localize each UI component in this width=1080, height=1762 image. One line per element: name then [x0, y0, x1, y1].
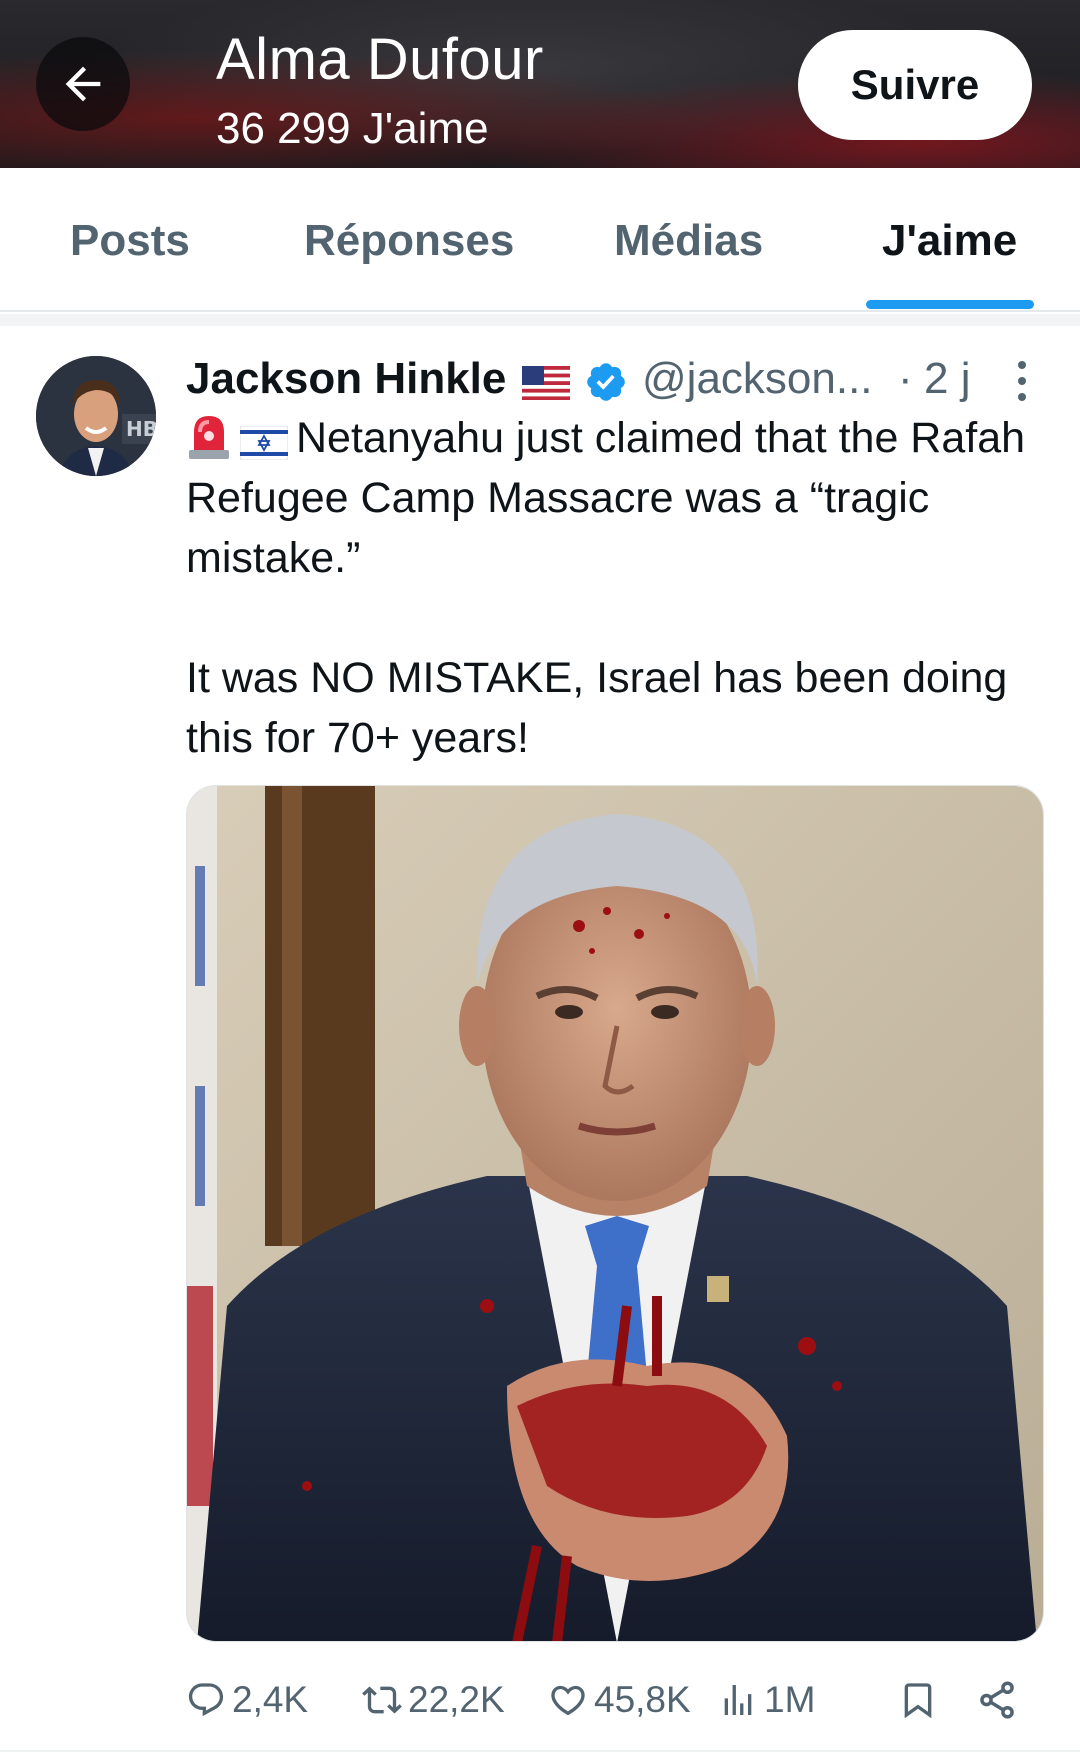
- media-photo: [187, 786, 1043, 1641]
- likes-count: 36 299 J'aime: [216, 104, 489, 153]
- reply-count: 2,4K: [232, 1679, 309, 1720]
- bookmark-icon: [904, 1683, 932, 1719]
- divider: [0, 1750, 1080, 1752]
- verified-badge-icon: [587, 363, 625, 401]
- tab-likes[interactable]: J'aime: [882, 216, 1017, 266]
- post-timestamp[interactable]: 2 j: [924, 354, 970, 404]
- views-button[interactable]: 1M: [718, 1670, 815, 1730]
- avatar-image: HB: [36, 356, 156, 476]
- repost-button[interactable]: 22,2K: [362, 1670, 505, 1730]
- bookmark-button[interactable]: [898, 1670, 944, 1730]
- post-header: Jackson Hinkle @jackson... · 2 j: [186, 350, 1046, 410]
- active-tab-indicator: [866, 300, 1034, 309]
- tab-posts[interactable]: Posts: [70, 216, 190, 266]
- reply-button[interactable]: 2,4K: [186, 1670, 308, 1730]
- post-body: Netanyahu just claimed that the Rafah Re…: [186, 408, 1050, 768]
- more-options-icon[interactable]: [1002, 356, 1042, 406]
- police-light-icon: [189, 416, 229, 459]
- follow-button[interactable]: Suivre: [798, 30, 1032, 140]
- repost-icon: [362, 1686, 402, 1714]
- post-text-line-1: Netanyahu just claimed that the Rafah Re…: [186, 414, 1026, 582]
- views-count: 1M: [764, 1679, 816, 1720]
- tab-media[interactable]: Médias: [614, 216, 763, 266]
- tab-replies[interactable]: Réponses: [304, 216, 514, 266]
- author-handle[interactable]: @jackson...: [642, 354, 873, 404]
- profile-tabs: Posts Réponses Médias J'aime: [0, 168, 1080, 312]
- arrow-left-icon: [65, 66, 101, 102]
- like-count: 45,8K: [594, 1679, 691, 1720]
- heart-icon: [551, 1685, 585, 1716]
- repost-count: 22,2K: [408, 1679, 505, 1720]
- back-button[interactable]: [36, 37, 130, 131]
- post-paragraph-1: Netanyahu just claimed that the Rafah Re…: [186, 408, 1050, 588]
- us-flag-icon: [522, 366, 570, 400]
- reply-icon: [188, 1683, 224, 1717]
- author-avatar[interactable]: HB: [36, 356, 156, 476]
- post-media-image[interactable]: [186, 785, 1044, 1642]
- post-actions: 2,4K 22,2K 45,8K 1M: [186, 1670, 1046, 1730]
- share-icon: [980, 1681, 1014, 1719]
- separator-dot: ·: [898, 354, 913, 403]
- like-button[interactable]: 45,8K: [548, 1670, 691, 1730]
- profile-name: Alma Dufour: [216, 27, 544, 92]
- post-text-line-2: It was NO MISTAKE, Israel has been doing…: [186, 654, 1008, 762]
- author-name[interactable]: Jackson Hinkle: [186, 354, 506, 404]
- views-icon: [724, 1685, 752, 1715]
- svg-text:HB: HB: [126, 417, 156, 441]
- divider: [0, 314, 1080, 326]
- share-button[interactable]: [976, 1670, 1024, 1730]
- profile-header: Alma Dufour 36 299 J'aime Suivre: [0, 0, 1080, 168]
- israel-flag-icon: [240, 426, 288, 460]
